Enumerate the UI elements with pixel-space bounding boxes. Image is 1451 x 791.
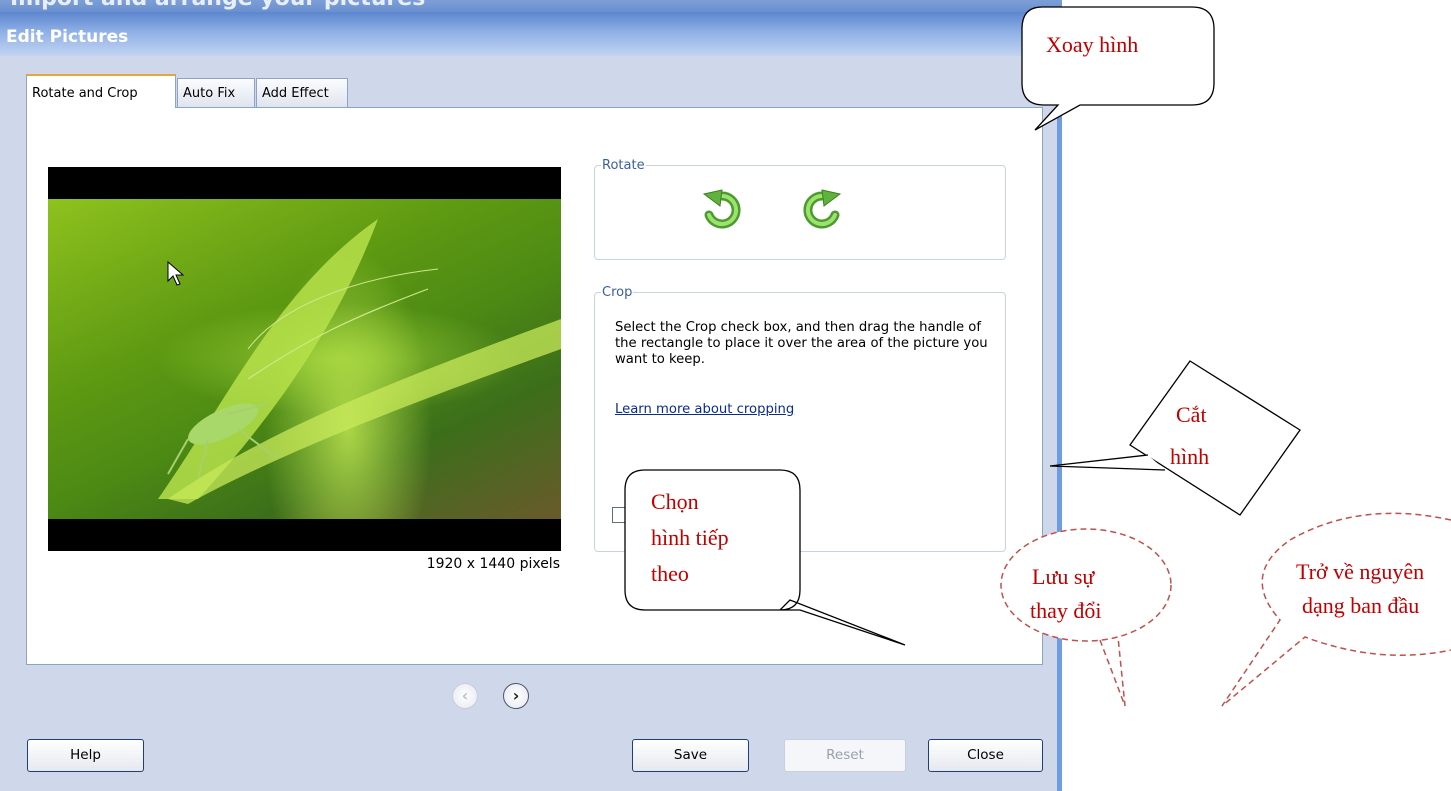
crop-description: Select the Crop check box, and then drag… — [615, 320, 988, 367]
grasshopper-photo — [158, 219, 561, 504]
callout-reset-clip: Trở về nguyên dạng ban đầu — [1296, 555, 1451, 635]
callout-next-text-2: hình tiếp — [651, 525, 729, 550]
callout-crop-text-2: hình — [1170, 444, 1210, 469]
learn-more-cropping-link[interactable]: Learn more about cropping — [615, 402, 794, 417]
rotate-left-button[interactable] — [700, 188, 744, 232]
close-button[interactable]: Close — [928, 739, 1043, 772]
callout-next-text-1: Chọn — [651, 489, 699, 514]
tab-add-effect[interactable]: Add Effect — [256, 78, 348, 107]
chevron-right-icon: › — [512, 686, 520, 705]
callout-reset-text-2: dạng ban đầu — [1302, 593, 1420, 618]
callout-crop-bubble — [1129, 360, 1301, 516]
rotate-right-icon — [803, 189, 842, 229]
reset-button[interactable]: Reset — [784, 739, 906, 772]
chevron-left-icon: ‹ — [461, 686, 469, 705]
rotate-legend: Rotate — [602, 158, 645, 173]
tab-auto-fix[interactable]: Auto Fix — [177, 78, 255, 107]
callout-rotate-text: Xoay hình — [1046, 32, 1139, 57]
background-window-title: Import and arrange your pictures — [0, 0, 1062, 12]
picture-preview — [48, 167, 561, 551]
title-bar: Edit Pictures — [0, 12, 1057, 56]
rotate-right-button[interactable] — [800, 188, 844, 232]
crop-checkbox[interactable] — [612, 507, 628, 523]
crop-legend: Crop — [602, 285, 633, 300]
tab-rotate-and-crop[interactable]: Rotate and Crop — [26, 74, 176, 108]
save-button[interactable]: Save — [632, 739, 749, 772]
rotate-left-icon — [702, 189, 741, 229]
next-picture-button[interactable]: › — [503, 683, 529, 709]
window-title: Edit Pictures — [6, 27, 129, 47]
callout-reset-text-1: Trở về nguyên — [1296, 559, 1425, 584]
callout-save-text-2: thay đổi — [1030, 598, 1102, 623]
help-button[interactable]: Help — [27, 739, 144, 772]
previous-picture-button[interactable]: ‹ — [452, 683, 478, 709]
callout-save-text-1: Lưu sự — [1032, 564, 1095, 589]
picture-dimensions: 1920 x 1440 pixels — [426, 556, 560, 572]
callout-crop-text-1: Cắt — [1176, 402, 1207, 427]
edit-pictures-window: Import and arrange your pictures Edit Pi… — [0, 0, 1062, 791]
background-title-text: Import and arrange your pictures — [10, 0, 425, 11]
callout-next-text-3: theo — [651, 561, 689, 586]
